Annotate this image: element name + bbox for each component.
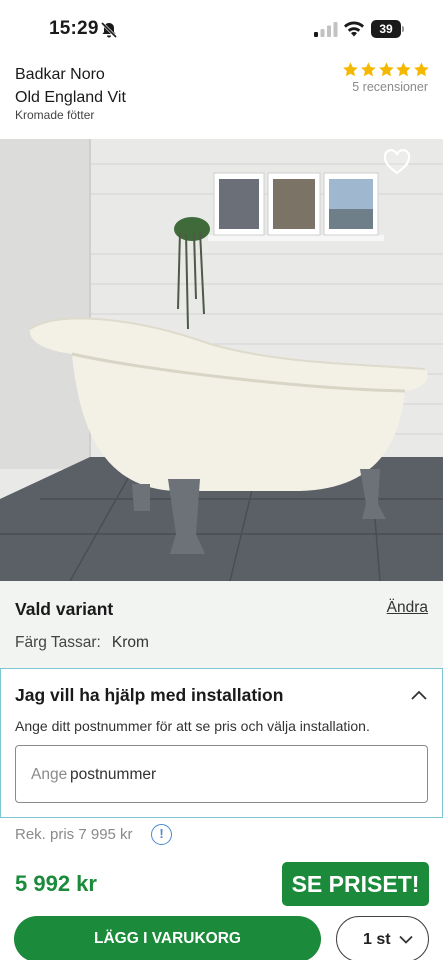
bell-muted-icon	[100, 21, 118, 39]
variant-attribute: Färg Tassar: Krom	[15, 634, 149, 652]
status-bar: 15:29 39	[0, 0, 443, 58]
selected-variant-panel: Vald variant Ändra Färg Tassar: Krom	[0, 581, 443, 668]
see-price-button[interactable]: SE PRISET!	[282, 862, 429, 906]
product-image[interactable]	[0, 139, 443, 581]
add-to-cart-button[interactable]: LÄGG I VARUKORG	[14, 916, 321, 960]
clock: 15:29	[49, 18, 99, 39]
current-price: 5 992 kr	[15, 871, 97, 896]
installation-panel: Jag vill ha hjälp med installation Ange …	[0, 668, 443, 818]
battery-level: 39	[371, 20, 401, 38]
product-name-line1: Badkar Noro	[15, 66, 105, 83]
rating-stars[interactable]	[342, 61, 430, 79]
review-count-link[interactable]: 5 recensioner	[352, 80, 428, 94]
star-icon	[360, 62, 376, 77]
installation-description: Ange ditt postnummer för att se pris och…	[15, 718, 370, 734]
quantity-select[interactable]: 1 st	[336, 916, 429, 960]
postcode-placeholder-prefix: Ange	[31, 766, 68, 783]
chevron-down-icon	[399, 935, 413, 944]
postcode-placeholder: postnummer	[70, 766, 157, 783]
recommended-price: Rek. pris 7 995 kr	[15, 826, 133, 843]
installation-heading[interactable]: Jag vill ha hjälp med installation	[15, 685, 283, 706]
star-icon	[343, 62, 358, 77]
product-title: Badkar Noro Old England Vit	[15, 63, 126, 109]
heart-icon[interactable]	[383, 149, 411, 175]
product-subtitle: Kromade fötter	[15, 108, 95, 122]
wifi-icon	[344, 21, 364, 37]
product-name-line2: Old England Vit	[15, 89, 126, 106]
bathtub-photo	[0, 139, 443, 581]
postcode-input[interactable]: Ange postnummer	[15, 745, 428, 803]
variant-heading: Vald variant	[15, 599, 114, 619]
variant-attribute-label: Färg Tassar:	[15, 634, 101, 651]
battery-icon: 39	[371, 20, 404, 38]
star-icon	[396, 62, 412, 77]
star-icon	[378, 62, 394, 77]
chevron-up-icon[interactable]	[410, 689, 428, 701]
change-variant-link[interactable]: Ändra	[387, 599, 428, 617]
variant-attribute-value: Krom	[111, 634, 149, 651]
signal-icon	[314, 22, 338, 37]
info-icon[interactable]: !	[151, 824, 172, 845]
quantity-value: 1 st	[363, 931, 391, 948]
star-icon	[414, 62, 429, 77]
